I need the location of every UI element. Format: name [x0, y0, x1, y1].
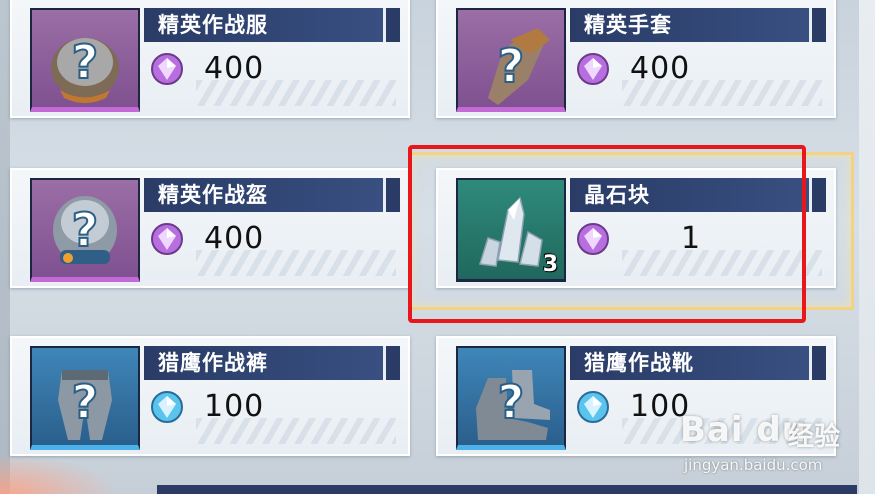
item-name: 精英作战服 [158, 13, 268, 37]
svg-text:?: ? [498, 39, 525, 93]
item-icon-frame: ? [456, 346, 566, 450]
mystery-boots-icon: ? [476, 370, 550, 440]
item-price: 400 [204, 221, 265, 256]
annotation-red-rectangle [408, 145, 806, 323]
purple-gem-icon [577, 53, 609, 85]
item-price: 400 [204, 51, 265, 86]
item-name: 精英作战盔 [158, 183, 268, 207]
item-title-bar: 精英手套 [570, 8, 826, 42]
purple-gem-icon [151, 53, 183, 85]
bottom-glow [0, 454, 120, 494]
mystery-armor-icon: ? [51, 34, 119, 103]
mystery-glove-icon: ? [488, 28, 550, 105]
purple-gem-icon [151, 223, 183, 255]
baidu-watermark: Bai du 经验 jingyan.baidu.com [680, 400, 870, 490]
item-title-bar: 精英作战盔 [144, 178, 400, 212]
left-edge [0, 0, 10, 494]
item-price: 100 [204, 389, 265, 424]
item-title-bar: 精英作战服 [144, 8, 400, 42]
item-icon-frame: ? [456, 8, 566, 112]
blue-gem-icon [577, 391, 609, 423]
svg-text:?: ? [498, 375, 525, 429]
item-title-bar: 猎鹰作战裤 [144, 346, 400, 380]
item-name: 精英手套 [584, 13, 672, 37]
svg-text:?: ? [72, 375, 99, 429]
svg-text:?: ? [72, 35, 99, 89]
svg-text:?: ? [72, 203, 99, 257]
shop-item-card[interactable]: ? 精英作战服 400 [10, 0, 410, 118]
shop-item-card[interactable]: ? 精英手套 400 [436, 0, 836, 118]
shop-item-card[interactable]: ? 精英作战盔 400 [10, 168, 410, 288]
blue-gem-icon [151, 391, 183, 423]
item-name: 猎鹰作战裤 [158, 351, 268, 375]
item-title-bar: 猎鹰作战靴 [570, 346, 826, 380]
item-icon-frame: ? [30, 346, 140, 450]
item-icon-frame: ? [30, 178, 140, 282]
mystery-helmet-icon: ? [53, 196, 117, 264]
item-icon-frame: ? [30, 8, 140, 112]
jingyan-text: 经验 [788, 422, 841, 452]
watermark-url: jingyan.baidu.com [684, 456, 823, 474]
item-name: 猎鹰作战靴 [584, 351, 694, 375]
shop-item-card[interactable]: ? 猎鹰作战裤 100 [10, 336, 410, 456]
item-price: 400 [630, 51, 691, 86]
mystery-pants-icon: ? [58, 370, 112, 440]
